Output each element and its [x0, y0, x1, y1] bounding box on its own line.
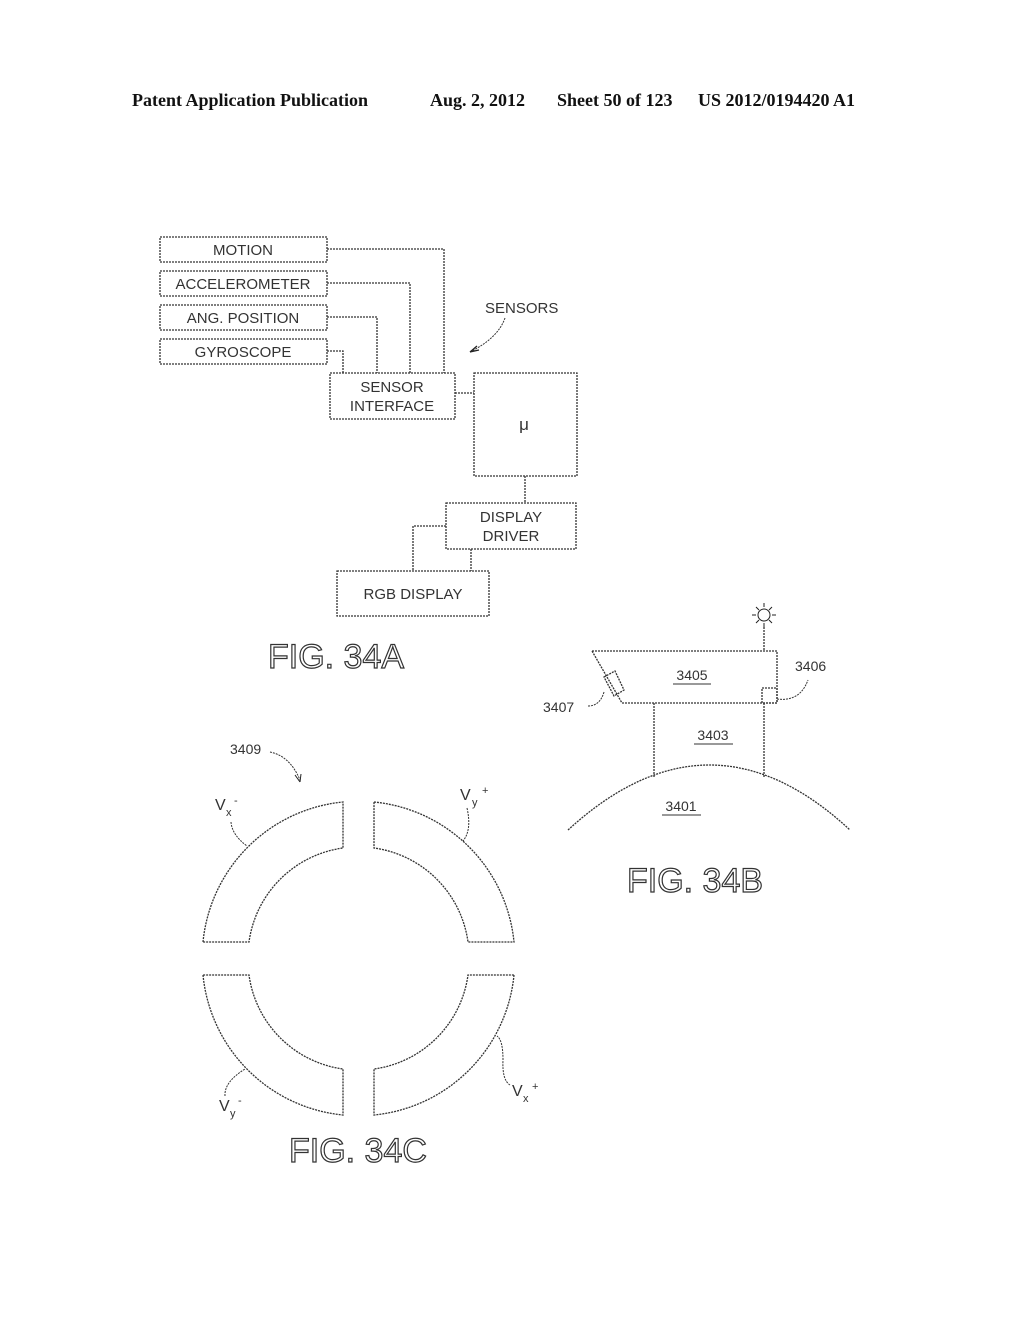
- motion-wire: [327, 248, 445, 373]
- vx-plus-leader: [496, 1035, 511, 1086]
- fig-34c: 3409 V x - V y + V y - V x + FIG. 34C: [202, 741, 538, 1171]
- svg-text:+: +: [532, 1081, 538, 1093]
- segment-vx-minus: [202, 801, 344, 943]
- accelerometer-label: ACCELEROMETER: [175, 276, 310, 293]
- segment-vy-plus: [373, 801, 515, 943]
- sensor-interface-label-line2: INTERFACE: [350, 398, 434, 415]
- ref-3403: 3403: [697, 727, 728, 743]
- svg-text:V: V: [215, 797, 226, 814]
- processor-label: μ: [519, 415, 529, 434]
- svg-text:-: -: [234, 795, 238, 807]
- gyroscope-wire: [327, 350, 344, 373]
- label-vy-plus: V y +: [460, 785, 488, 809]
- sensor-3406: [761, 687, 778, 704]
- segment-vx-plus: [373, 974, 515, 1116]
- ref-3409: 3409: [230, 741, 261, 757]
- svg-text:V: V: [460, 787, 471, 804]
- fig-34c-title: FIG. 34C: [289, 1132, 427, 1170]
- vx-minus-leader: [230, 821, 248, 847]
- sensor-interface-label-line1: SENSOR: [360, 379, 424, 396]
- svg-text:+: +: [482, 785, 488, 797]
- ref-3407-leader: [587, 691, 605, 707]
- body-3401: [567, 764, 851, 831]
- sensors-arrowhead: [469, 345, 480, 353]
- motion-label: MOTION: [213, 242, 273, 259]
- ang-position-label: ANG. POSITION: [187, 310, 300, 327]
- svg-text:y: y: [472, 797, 478, 809]
- svg-text:V: V: [512, 1083, 523, 1100]
- ref-3407: 3407: [543, 699, 574, 715]
- fig-34a-title: FIG. 34A: [268, 638, 404, 676]
- ang-position-wire: [327, 316, 378, 373]
- fig-34b: 3405 3407 3406 3403 3401 FIG. 34B: [543, 603, 851, 901]
- accelerometer-wire: [327, 282, 411, 373]
- segment-vy-minus: [202, 974, 344, 1116]
- svg-text:-: -: [238, 1095, 242, 1107]
- sensors-label: SENSORS: [485, 300, 558, 317]
- ref-3406-leader: [776, 679, 809, 700]
- vy-minus-leader: [224, 1068, 246, 1097]
- fig-34b-title: FIG. 34B: [627, 862, 763, 900]
- gyroscope-label: GYROSCOPE: [195, 344, 292, 361]
- light-source-icon: [752, 603, 776, 627]
- display-driver-label-line1: DISPLAY: [480, 509, 542, 526]
- vy-plus-leader: [462, 807, 470, 842]
- ref-3406: 3406: [795, 658, 826, 674]
- display-driver-label-line2: DRIVER: [483, 528, 540, 545]
- ref-3401: 3401: [665, 798, 696, 814]
- label-vy-minus: V y -: [219, 1095, 242, 1120]
- svg-text:x: x: [523, 1093, 529, 1105]
- svg-text:V: V: [219, 1098, 230, 1115]
- svg-text:x: x: [226, 807, 232, 819]
- rgb-display-label: RGB DISPLAY: [364, 586, 463, 603]
- camera-3407: [603, 670, 625, 697]
- fig-34a: MOTION ACCELEROMETER ANG. POSITION GYROS…: [159, 236, 578, 677]
- label-vx-plus: V x +: [512, 1081, 538, 1105]
- ref-3405: 3405: [676, 667, 707, 683]
- driver-rgb-wire-1: [412, 525, 446, 571]
- label-vx-minus: V x -: [215, 795, 238, 819]
- svg-text:y: y: [230, 1108, 236, 1120]
- patent-drawing: MOTION ACCELEROMETER ANG. POSITION GYROS…: [159, 236, 851, 1171]
